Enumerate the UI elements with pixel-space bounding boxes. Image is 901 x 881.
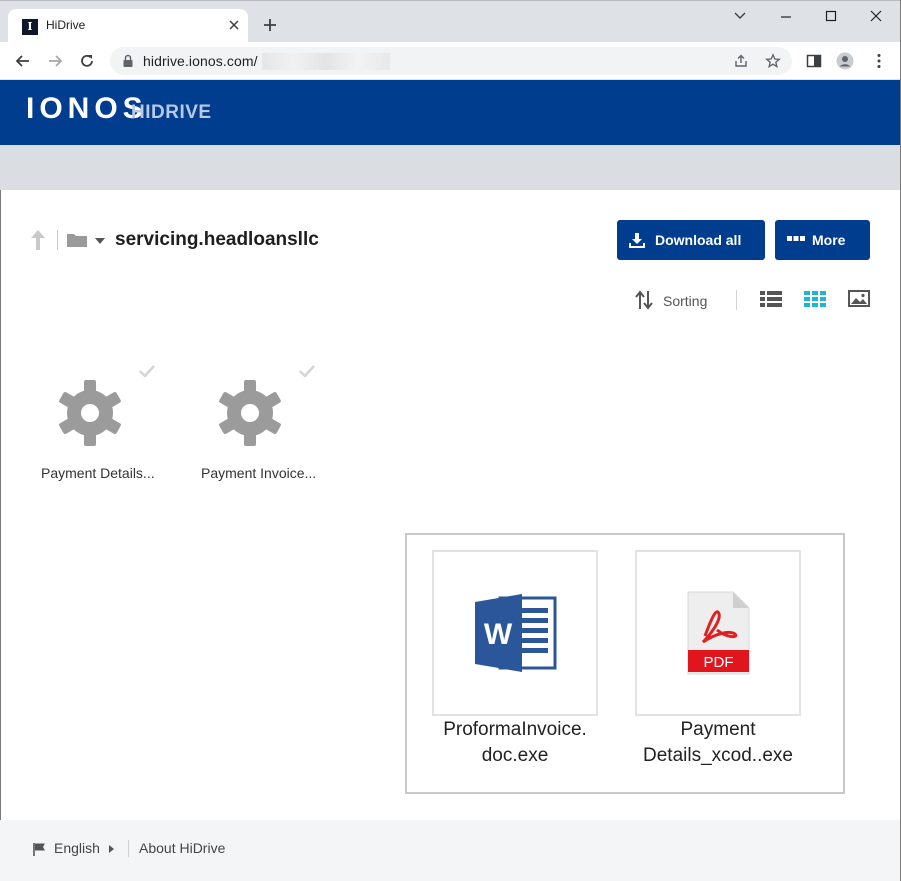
forward-icon[interactable] [45, 51, 65, 71]
maximize-icon[interactable] [821, 7, 841, 25]
sorting-label[interactable]: Sorting [663, 293, 707, 309]
download-all-label: Download all [655, 232, 742, 248]
folder-icon[interactable] [66, 232, 88, 248]
url-text: hidrive.ionos.com/ [143, 53, 258, 69]
preview-caption-line2: Details_xcod..exe [643, 745, 793, 766]
select-check-icon[interactable] [299, 365, 315, 377]
gear-icon [219, 380, 281, 446]
caret-right-icon[interactable] [109, 845, 114, 853]
sub-header-bar [0, 145, 901, 190]
preview-caption: ProformaInvoice. doc.exe [415, 717, 615, 769]
reload-icon[interactable] [77, 51, 97, 71]
pdf-icon: PDF [687, 591, 750, 675]
folder-up-icon[interactable] [28, 228, 48, 252]
preview-caption: Payment Details_xcod..exe [618, 717, 818, 769]
bookmark-star-icon[interactable] [765, 53, 781, 69]
flag-icon [33, 843, 45, 856]
side-panel-icon[interactable] [805, 52, 823, 70]
back-icon[interactable] [13, 51, 33, 71]
download-all-button[interactable]: Download all [617, 220, 765, 260]
preview-thumb[interactable]: PDF [635, 550, 801, 716]
url-redacted [262, 53, 390, 70]
browser-toolbar: hidrive.ionos.com/ [0, 42, 901, 80]
minimize-icon[interactable] [776, 7, 796, 25]
file-item[interactable]: Payment Details... [29, 360, 179, 490]
folder-dropdown-caret-icon[interactable] [95, 238, 105, 244]
ionos-logo[interactable]: IONOS [26, 92, 148, 126]
footer: English About HiDrive [0, 820, 901, 881]
more-button[interactable]: More [775, 220, 870, 260]
app-header: IONOS HIDRIVE [0, 80, 901, 145]
tab-search-chevron-icon[interactable] [730, 7, 750, 25]
footer-separator [128, 840, 129, 857]
select-check-icon[interactable] [139, 365, 155, 377]
browser-tab[interactable]: I HiDrive [8, 9, 248, 43]
grid-view-icon[interactable] [804, 290, 826, 308]
tab-title: HiDrive [46, 18, 86, 32]
address-bar[interactable]: hidrive.ionos.com/ [110, 47, 792, 75]
list-view-icon[interactable] [760, 290, 782, 308]
sorting-icon[interactable] [635, 290, 653, 310]
profile-avatar-icon[interactable] [836, 52, 854, 70]
svg-text:W: W [484, 618, 513, 651]
gear-icon [59, 380, 121, 446]
word-icon: W [475, 594, 557, 672]
share-icon[interactable] [733, 53, 749, 69]
file-name: Payment Details... [41, 465, 155, 481]
favicon-icon: I [22, 19, 38, 35]
file-name: Payment Invoice... [201, 465, 317, 481]
tab-close-icon[interactable] [226, 17, 242, 33]
lock-icon[interactable] [122, 54, 134, 68]
browser-menu-icon[interactable] [870, 52, 888, 70]
pdf-badge-text: PDF [704, 654, 734, 671]
preview-caption-line2: doc.exe [481, 745, 549, 766]
preview-thumb[interactable]: W [432, 550, 598, 716]
preview-overlay: W ProformaInvoice. doc.exe PDF Payment D… [405, 533, 845, 794]
new-tab-icon[interactable] [262, 17, 278, 33]
about-link[interactable]: About HiDrive [139, 840, 225, 856]
more-label: More [812, 232, 846, 248]
breadcrumb-separator [57, 230, 58, 250]
close-window-icon[interactable] [866, 7, 886, 25]
product-name: HIDRIVE [131, 102, 212, 123]
download-icon [629, 233, 645, 248]
preview-caption-line1: Payment [680, 719, 756, 740]
file-item[interactable]: Payment Invoice... [189, 360, 339, 490]
view-separator [736, 290, 737, 310]
preview-caption-line1: ProformaInvoice. [443, 719, 587, 740]
language-selector[interactable]: English [54, 840, 100, 856]
more-dots-icon [787, 236, 805, 241]
folder-title: servicing.headloansllc [115, 229, 319, 250]
browser-tab-bar: I HiDrive [0, 0, 901, 43]
image-view-icon[interactable] [848, 290, 870, 308]
